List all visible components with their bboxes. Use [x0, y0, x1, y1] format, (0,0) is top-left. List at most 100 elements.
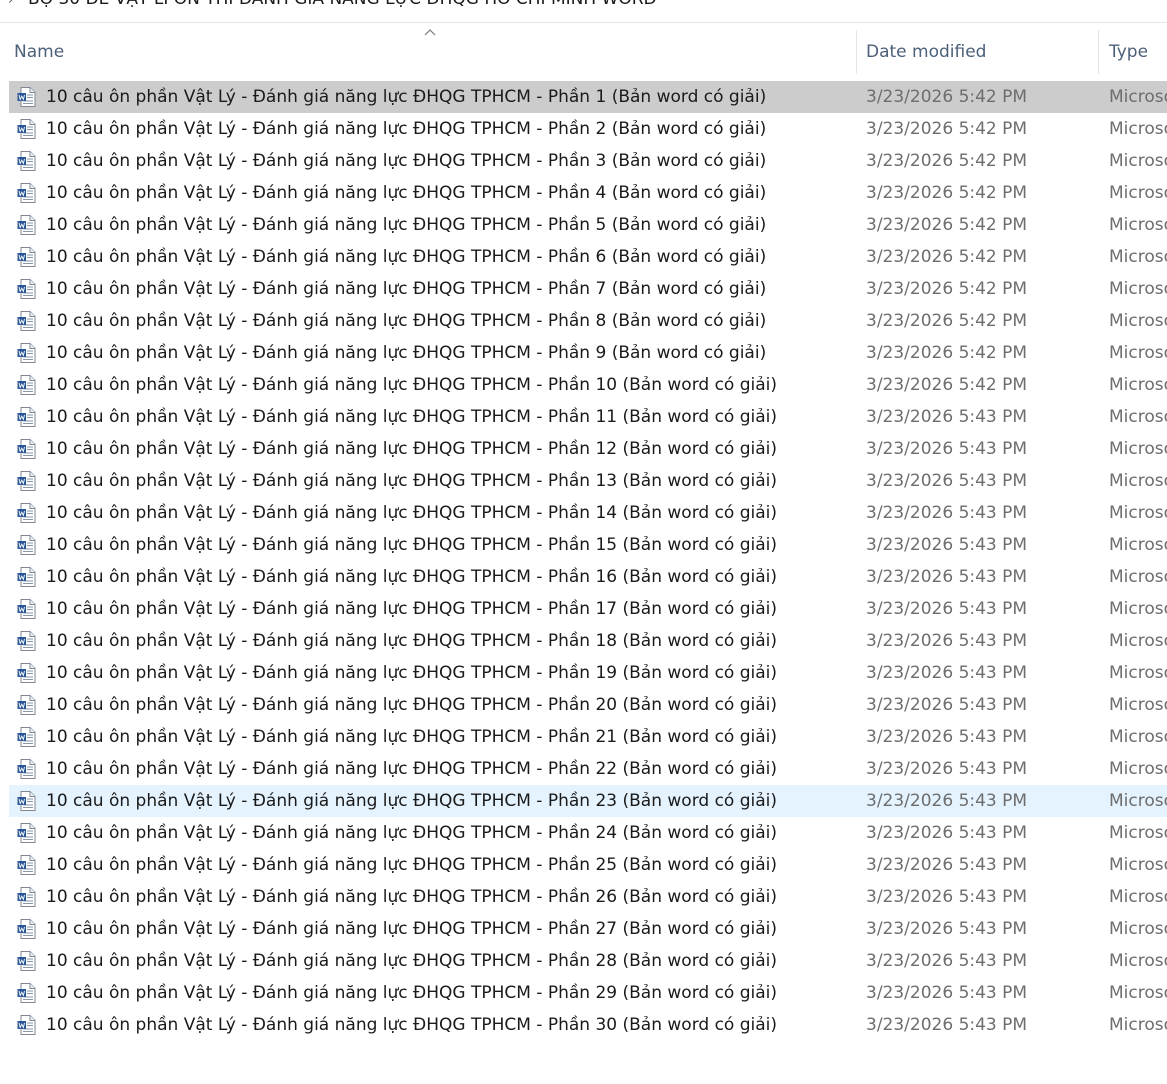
file-name[interactable]: 10 câu ôn phần Vật Lý - Đánh giá năng lự…	[46, 305, 766, 337]
file-name[interactable]: 10 câu ôn phần Vật Lý - Đánh giá năng lự…	[46, 337, 766, 369]
word-document-icon	[16, 278, 38, 300]
column-header-type[interactable]: Type	[1099, 30, 1167, 74]
file-name[interactable]: 10 câu ôn phần Vật Lý - Đánh giá năng lự…	[46, 689, 777, 721]
column-header-date-modified[interactable]: Date modified	[857, 30, 1098, 74]
file-row[interactable]: 10 câu ôn phần Vật Lý - Đánh giá năng lự…	[9, 945, 1167, 977]
file-row[interactable]: 10 câu ôn phần Vật Lý - Đánh giá năng lự…	[9, 241, 1167, 273]
file-row[interactable]: 10 câu ôn phần Vật Lý - Đánh giá năng lự…	[9, 721, 1167, 753]
file-date-modified: 3/23/2026 5:43 PM	[866, 567, 1028, 587]
file-type: Microsoft Word Document	[1109, 855, 1167, 875]
word-document-icon	[16, 182, 38, 204]
file-row[interactable]: 10 câu ôn phần Vật Lý - Đánh giá năng lự…	[9, 401, 1167, 433]
file-name[interactable]: 10 câu ôn phần Vật Lý - Đánh giá năng lự…	[46, 977, 777, 1009]
file-row[interactable]: 10 câu ôn phần Vật Lý - Đánh giá năng lự…	[9, 497, 1167, 529]
file-name[interactable]: 10 câu ôn phần Vật Lý - Đánh giá năng lự…	[46, 721, 777, 753]
file-name[interactable]: 10 câu ôn phần Vật Lý - Đánh giá năng lự…	[46, 465, 777, 497]
file-date-modified: 3/23/2026 5:42 PM	[866, 311, 1028, 331]
word-document-icon	[16, 726, 38, 748]
file-row[interactable]: 10 câu ôn phần Vật Lý - Đánh giá năng lự…	[9, 81, 1167, 113]
file-row[interactable]: 10 câu ôn phần Vật Lý - Đánh giá năng lự…	[9, 529, 1167, 561]
file-row[interactable]: 10 câu ôn phần Vật Lý - Đánh giá năng lự…	[9, 977, 1167, 1009]
file-name[interactable]: 10 câu ôn phần Vật Lý - Đánh giá năng lự…	[46, 785, 777, 817]
file-row[interactable]: 10 câu ôn phần Vật Lý - Đánh giá năng lự…	[9, 753, 1167, 785]
chevron-right-icon[interactable]: ›	[8, 0, 22, 10]
file-row[interactable]: 10 câu ôn phần Vật Lý - Đánh giá năng lự…	[9, 209, 1167, 241]
file-type: Microsoft Word Document	[1109, 887, 1167, 907]
file-name[interactable]: 10 câu ôn phần Vật Lý - Đánh giá năng lự…	[46, 273, 766, 305]
word-document-icon	[16, 534, 38, 556]
word-document-icon	[16, 758, 38, 780]
file-date-modified: 3/23/2026 5:43 PM	[866, 407, 1028, 427]
file-row[interactable]: 10 câu ôn phần Vật Lý - Đánh giá năng lự…	[9, 337, 1167, 369]
file-row[interactable]: 10 câu ôn phần Vật Lý - Đánh giá năng lự…	[9, 817, 1167, 849]
word-document-icon	[16, 598, 38, 620]
file-type: Microsoft Word Document	[1109, 983, 1167, 1003]
file-name[interactable]: 10 câu ôn phần Vật Lý - Đánh giá năng lự…	[46, 209, 766, 241]
file-date-modified: 3/23/2026 5:43 PM	[866, 631, 1028, 651]
file-name[interactable]: 10 câu ôn phần Vật Lý - Đánh giá năng lự…	[46, 113, 766, 145]
word-document-icon	[16, 470, 38, 492]
word-document-icon	[16, 1014, 38, 1036]
file-name[interactable]: 10 câu ôn phần Vật Lý - Đánh giá năng lự…	[46, 401, 777, 433]
column-header-name[interactable]: Name	[10, 30, 855, 74]
file-name[interactable]: 10 câu ôn phần Vật Lý - Đánh giá năng lự…	[46, 913, 777, 945]
file-name[interactable]: 10 câu ôn phần Vật Lý - Đánh giá năng lự…	[46, 241, 766, 273]
word-document-icon	[16, 118, 38, 140]
file-name[interactable]: 10 câu ôn phần Vật Lý - Đánh giá năng lự…	[46, 433, 777, 465]
header-divider	[0, 22, 1167, 23]
file-name[interactable]: 10 câu ôn phần Vật Lý - Đánh giá năng lự…	[46, 753, 777, 785]
file-row[interactable]: 10 câu ôn phần Vật Lý - Đánh giá năng lự…	[9, 177, 1167, 209]
file-name[interactable]: 10 câu ôn phần Vật Lý - Đánh giá năng lự…	[46, 881, 777, 913]
file-row[interactable]: 10 câu ôn phần Vật Lý - Đánh giá năng lự…	[9, 657, 1167, 689]
file-type: Microsoft Word Document	[1109, 439, 1167, 459]
file-explorer-window: › BỘ 30 ĐỀ VẬT LÍ ÔN THI ĐÁNH GIÁ NĂNG LỰ…	[0, 0, 1167, 1084]
file-row[interactable]: 10 câu ôn phần Vật Lý - Đánh giá năng lự…	[9, 369, 1167, 401]
file-date-modified: 3/23/2026 5:43 PM	[866, 727, 1028, 747]
file-row[interactable]: 10 câu ôn phần Vật Lý - Đánh giá năng lự…	[9, 465, 1167, 497]
file-row[interactable]: 10 câu ôn phần Vật Lý - Đánh giá năng lự…	[9, 113, 1167, 145]
file-row[interactable]: 10 câu ôn phần Vật Lý - Đánh giá năng lự…	[9, 689, 1167, 721]
file-name[interactable]: 10 câu ôn phần Vật Lý - Đánh giá năng lự…	[46, 625, 777, 657]
file-name[interactable]: 10 câu ôn phần Vật Lý - Đánh giá năng lự…	[46, 81, 766, 113]
word-document-icon	[16, 438, 38, 460]
file-row[interactable]: 10 câu ôn phần Vật Lý - Đánh giá năng lự…	[9, 305, 1167, 337]
breadcrumb-item-folder[interactable]: BỘ 30 ĐỀ VẬT LÍ ÔN THI ĐÁNH GIÁ NĂNG LỰC…	[28, 0, 657, 9]
file-type: Microsoft Word Document	[1109, 375, 1167, 395]
word-document-icon	[16, 886, 38, 908]
file-row[interactable]: 10 câu ôn phần Vật Lý - Đánh giá năng lự…	[9, 561, 1167, 593]
file-type: Microsoft Word Document	[1109, 247, 1167, 267]
file-name[interactable]: 10 câu ôn phần Vật Lý - Đánh giá năng lự…	[46, 561, 777, 593]
file-name[interactable]: 10 câu ôn phần Vật Lý - Đánh giá năng lự…	[46, 945, 777, 977]
file-row[interactable]: 10 câu ôn phần Vật Lý - Đánh giá năng lự…	[9, 145, 1167, 177]
file-name[interactable]: 10 câu ôn phần Vật Lý - Đánh giá năng lự…	[46, 145, 766, 177]
file-row[interactable]: 10 câu ôn phần Vật Lý - Đánh giá năng lự…	[9, 1009, 1167, 1041]
file-row[interactable]: 10 câu ôn phần Vật Lý - Đánh giá năng lự…	[9, 625, 1167, 657]
file-row[interactable]: 10 câu ôn phần Vật Lý - Đánh giá năng lự…	[9, 785, 1167, 817]
file-name[interactable]: 10 câu ôn phần Vật Lý - Đánh giá năng lự…	[46, 1009, 777, 1041]
file-name[interactable]: 10 câu ôn phần Vật Lý - Đánh giá năng lự…	[46, 177, 766, 209]
file-date-modified: 3/23/2026 5:42 PM	[866, 151, 1028, 171]
file-name[interactable]: 10 câu ôn phần Vật Lý - Đánh giá năng lự…	[46, 817, 777, 849]
file-date-modified: 3/23/2026 5:42 PM	[866, 215, 1028, 235]
file-type: Microsoft Word Document	[1109, 343, 1167, 363]
file-row[interactable]: 10 câu ôn phần Vật Lý - Đánh giá năng lự…	[9, 273, 1167, 305]
word-document-icon	[16, 918, 38, 940]
file-name[interactable]: 10 câu ôn phần Vật Lý - Đánh giá năng lự…	[46, 657, 777, 689]
file-row[interactable]: 10 câu ôn phần Vật Lý - Đánh giá năng lự…	[9, 881, 1167, 913]
file-name[interactable]: 10 câu ôn phần Vật Lý - Đánh giá năng lự…	[46, 497, 777, 529]
file-name[interactable]: 10 câu ôn phần Vật Lý - Đánh giá năng lự…	[46, 849, 777, 881]
file-row[interactable]: 10 câu ôn phần Vật Lý - Đánh giá năng lự…	[9, 433, 1167, 465]
file-date-modified: 3/23/2026 5:42 PM	[866, 87, 1028, 107]
word-document-icon	[16, 790, 38, 812]
file-row[interactable]: 10 câu ôn phần Vật Lý - Đánh giá năng lự…	[9, 913, 1167, 945]
file-date-modified: 3/23/2026 5:43 PM	[866, 503, 1028, 523]
word-document-icon	[16, 662, 38, 684]
file-name[interactable]: 10 câu ôn phần Vật Lý - Đánh giá năng lự…	[46, 529, 777, 561]
file-name[interactable]: 10 câu ôn phần Vật Lý - Đánh giá năng lự…	[46, 369, 777, 401]
file-date-modified: 3/23/2026 5:43 PM	[866, 535, 1028, 555]
file-name[interactable]: 10 câu ôn phần Vật Lý - Đánh giá năng lự…	[46, 593, 777, 625]
file-row[interactable]: 10 câu ôn phần Vật Lý - Đánh giá năng lự…	[9, 849, 1167, 881]
file-type: Microsoft Word Document	[1109, 567, 1167, 587]
file-type: Microsoft Word Document	[1109, 727, 1167, 747]
file-row[interactable]: 10 câu ôn phần Vật Lý - Đánh giá năng lự…	[9, 593, 1167, 625]
